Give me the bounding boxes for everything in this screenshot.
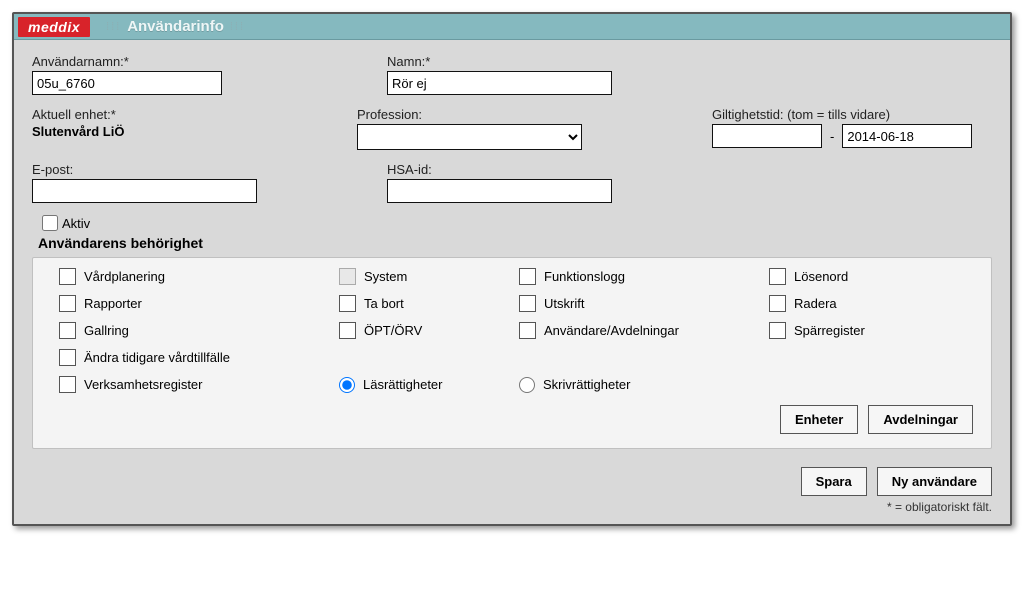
- perm-skriv-label: Skrivrättigheter: [543, 377, 630, 392]
- app-logo: meddix: [18, 17, 90, 37]
- perm-verksamhet-checkbox[interactable]: [59, 376, 76, 393]
- spara-button[interactable]: Spara: [801, 467, 867, 496]
- validity-to-input[interactable]: [842, 124, 972, 148]
- profession-label: Profession:: [357, 107, 582, 122]
- hsa-label: HSA-id:: [387, 162, 612, 177]
- perm-anvavd-label: Användare/Avdelningar: [544, 323, 679, 338]
- unit-label: Aktuell enhet:*: [32, 107, 327, 122]
- perm-optorv-label: ÖPT/ÖRV: [364, 323, 422, 338]
- perm-vardplanering-label: Vårdplanering: [84, 269, 165, 284]
- perm-funktionslogg-label: Funktionslogg: [544, 269, 625, 284]
- perm-system-checkbox[interactable]: [339, 268, 356, 285]
- window-title: Användarinfo: [127, 18, 224, 35]
- unit-value: Slutenvård LiÖ: [32, 124, 327, 139]
- validity-from-input[interactable]: [712, 124, 822, 148]
- perm-las-label: Läsrättigheter: [363, 377, 443, 392]
- permissions-panel: Vårdplanering System Funktionslogg Lösen…: [32, 257, 992, 449]
- perm-radera-checkbox[interactable]: [769, 295, 786, 312]
- nyanvandare-button[interactable]: Ny användare: [877, 467, 992, 496]
- perm-skriv-radio[interactable]: [519, 377, 535, 393]
- perm-anvavd-checkbox[interactable]: [519, 322, 536, 339]
- hsa-input[interactable]: [387, 179, 612, 203]
- perm-gallring-checkbox[interactable]: [59, 322, 76, 339]
- validity-label: Giltighetstid: (tom = tills vidare): [712, 107, 972, 122]
- perm-sparr-label: Spärregister: [794, 323, 865, 338]
- perm-sparr-checkbox[interactable]: [769, 322, 786, 339]
- username-input[interactable]: [32, 71, 222, 95]
- perm-vardplanering-checkbox[interactable]: [59, 268, 76, 285]
- window-frame: meddix ⁞⁞⁞ Användarinfo ⁞⁞⁞ Användarnamn…: [12, 12, 1012, 526]
- active-checkbox[interactable]: [42, 215, 58, 231]
- perm-verksamhet-label: Verksamhetsregister: [84, 377, 203, 392]
- avdelningar-button[interactable]: Avdelningar: [868, 405, 973, 434]
- perm-losenord-checkbox[interactable]: [769, 268, 786, 285]
- email-label: E-post:: [32, 162, 257, 177]
- perm-utskrift-label: Utskrift: [544, 296, 584, 311]
- perm-utskrift-checkbox[interactable]: [519, 295, 536, 312]
- perm-las-radio[interactable]: [339, 377, 355, 393]
- perm-gallring-label: Gallring: [84, 323, 129, 338]
- username-label: Användarnamn:*: [32, 54, 222, 69]
- permissions-title: Användarens behörighet: [38, 235, 992, 251]
- perm-andra-checkbox[interactable]: [59, 349, 76, 366]
- name-label: Namn:*: [387, 54, 612, 69]
- profession-select[interactable]: [357, 124, 582, 150]
- perm-tabort-checkbox[interactable]: [339, 295, 356, 312]
- perm-tabort-label: Ta bort: [364, 296, 404, 311]
- form-content: Användarnamn:* Namn:* Aktuell enhet:* Sl…: [14, 40, 1010, 524]
- perm-rapporter-checkbox[interactable]: [59, 295, 76, 312]
- perm-funktionslogg-checkbox[interactable]: [519, 268, 536, 285]
- footer-note: * = obligatoriskt fält.: [32, 500, 992, 514]
- perm-system-label: System: [364, 269, 407, 284]
- perm-optorv-checkbox[interactable]: [339, 322, 356, 339]
- validity-dash: -: [830, 129, 834, 144]
- dots-left-icon: ⁞⁞⁞: [106, 21, 121, 33]
- perm-andra-label: Ändra tidigare vårdtillfälle: [84, 350, 230, 365]
- email-input[interactable]: [32, 179, 257, 203]
- name-input[interactable]: [387, 71, 612, 95]
- title-bar: meddix ⁞⁞⁞ Användarinfo ⁞⁞⁞: [14, 14, 1010, 40]
- dots-right-icon: ⁞⁞⁞: [230, 21, 245, 33]
- enheter-button[interactable]: Enheter: [780, 405, 858, 434]
- perm-radera-label: Radera: [794, 296, 837, 311]
- active-label: Aktiv: [62, 216, 90, 231]
- perm-rapporter-label: Rapporter: [84, 296, 142, 311]
- perm-losenord-label: Lösenord: [794, 269, 848, 284]
